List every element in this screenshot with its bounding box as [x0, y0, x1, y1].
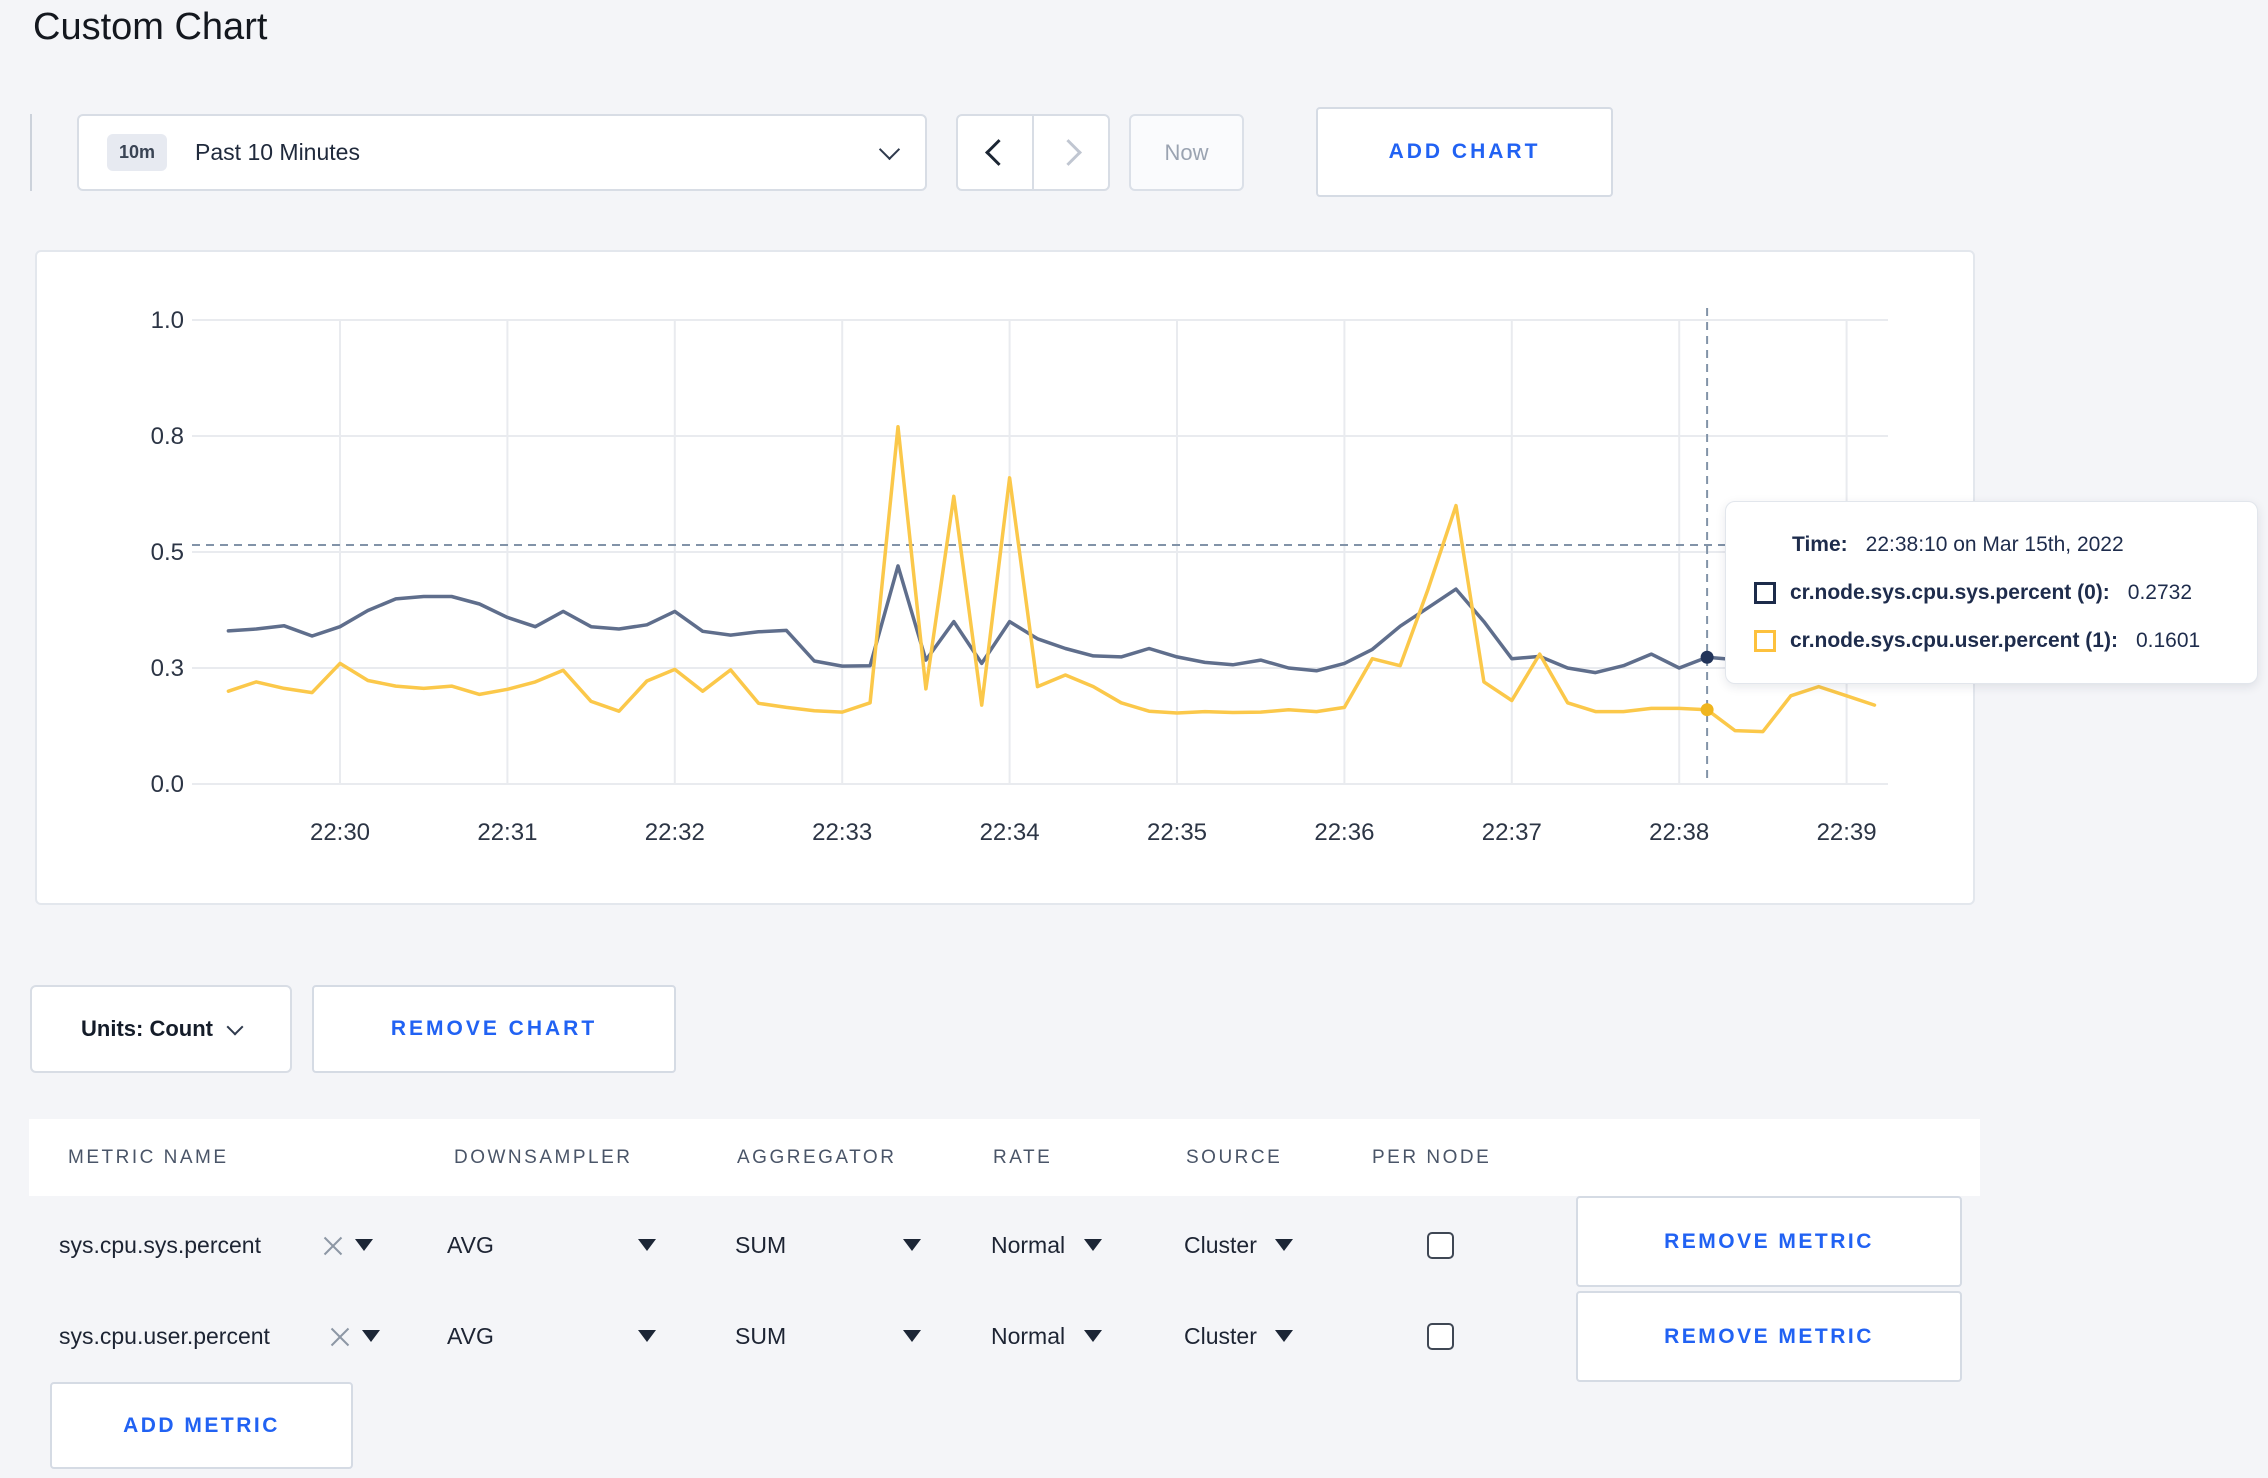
x-axis-tick-label: 22:34: [980, 819, 1040, 846]
units-label: Units: Count: [81, 1016, 213, 1041]
caret-down-icon: [355, 1239, 373, 1251]
time-range-label: Past 10 Minutes: [195, 139, 360, 165]
tooltip-series-row: cr.node.sys.cpu.user.percent (1): 0.1601: [1754, 628, 2257, 653]
time-nav-group: [956, 114, 1110, 191]
series-line-1: [226, 424, 1877, 734]
series-line-0: [226, 564, 1877, 675]
x-axis-tick-label: 22:33: [812, 819, 872, 846]
rate-select[interactable]: Normal: [991, 1323, 1065, 1350]
x-axis-tick-label: 22:32: [645, 819, 705, 846]
chart-card: 0.0 0.3 0.5 0.8 1.0 22:30 22:31 22:32 22:33 22:34…: [35, 250, 1975, 905]
source-select[interactable]: Cluster: [1184, 1323, 1257, 1350]
next-time-button[interactable]: [1032, 116, 1108, 189]
y-axis-tick-label: 0.5: [151, 539, 184, 566]
tooltip-time-value: 22:38:10 on Mar 15th, 2022: [1865, 532, 2124, 556]
caret-down-icon: [362, 1330, 380, 1342]
clear-metric-icon[interactable]: [323, 1235, 343, 1255]
column-header-metric-name: METRIC NAME: [68, 1146, 229, 1168]
add-chart-button[interactable]: ADD CHART: [1316, 107, 1613, 197]
custom-chart-page: Custom Chart 10m Past 10 Minutes Now ADD…: [0, 0, 2268, 1478]
metrics-table-header: METRIC NAME DOWNSAMPLER AGGREGATOR RATE …: [29, 1119, 1980, 1196]
caret-down-icon: [638, 1330, 656, 1342]
x-axis-tick-label: 22:37: [1482, 819, 1542, 846]
page-title: Custom Chart: [33, 6, 268, 48]
prev-time-button[interactable]: [958, 116, 1032, 189]
source-select[interactable]: Cluster: [1184, 1232, 1257, 1259]
tooltip-time-label: Time:: [1792, 532, 1848, 556]
per-node-checkbox[interactable]: [1427, 1323, 1454, 1350]
x-axis-tick-label: 22:35: [1147, 819, 1207, 846]
y-axis-tick-label: 0.3: [151, 655, 184, 682]
x-axis-tick-label: 22:30: [310, 819, 370, 846]
chart-tooltip: Time: 22:38:10 on Mar 15th, 2022 cr.node…: [1725, 501, 2258, 684]
downsampler-select[interactable]: AVG: [447, 1232, 494, 1259]
series-swatch-user-icon: [1754, 629, 1776, 652]
clear-metric-icon[interactable]: [330, 1326, 350, 1346]
add-metric-button[interactable]: ADD METRIC: [50, 1382, 353, 1469]
metric-name-select[interactable]: sys.cpu.sys.percent: [59, 1232, 261, 1259]
x-axis-tick-label: 22:31: [477, 819, 537, 846]
chevron-down-icon: [226, 1018, 244, 1036]
caret-down-icon: [1084, 1330, 1102, 1342]
remove-chart-button[interactable]: REMOVE CHART: [312, 985, 676, 1073]
time-range-badge: 10m: [107, 134, 168, 171]
chevron-down-icon: [878, 138, 901, 160]
downsampler-select[interactable]: AVG: [447, 1323, 494, 1350]
y-axis-tick-label: 1.0: [151, 307, 184, 334]
x-axis-tick-label: 22:38: [1649, 819, 1709, 846]
tooltip-series-row: cr.node.sys.cpu.sys.percent (0): 0.2732: [1754, 580, 2257, 605]
chart-plot-area[interactable]: 0.0 0.3 0.5 0.8 1.0 22:30 22:31 22:32 22:33 22:34…: [37, 252, 1977, 907]
aggregator-select[interactable]: SUM: [735, 1232, 786, 1259]
tooltip-series-label: cr.node.sys.cpu.user.percent (1):: [1790, 628, 2118, 652]
column-header-rate: RATE: [993, 1146, 1053, 1168]
chevron-right-icon: [1054, 139, 1082, 166]
crosshair-dot-0: [1700, 650, 1714, 664]
caret-down-icon: [903, 1330, 921, 1342]
crosshair-dot-1: [1700, 703, 1714, 717]
caret-down-icon: [638, 1239, 656, 1251]
tooltip-series-label: cr.node.sys.cpu.sys.percent (0):: [1790, 580, 2110, 604]
units-select[interactable]: Units: Count: [30, 985, 292, 1073]
tooltip-time-row: Time: 22:38:10 on Mar 15th, 2022: [1792, 532, 2257, 557]
y-axis-tick-label: 0.8: [151, 423, 184, 450]
y-axis-tick-label: 0.0: [151, 771, 184, 798]
series-swatch-sys-icon: [1754, 581, 1776, 604]
metric-name-select[interactable]: sys.cpu.user.percent: [59, 1323, 270, 1350]
caret-down-icon: [1275, 1330, 1293, 1342]
time-range-select[interactable]: 10m Past 10 Minutes: [77, 114, 927, 191]
caret-down-icon: [1084, 1239, 1102, 1251]
x-axis-tick-label: 22:36: [1314, 819, 1374, 846]
column-header-aggregator: AGGREGATOR: [737, 1146, 897, 1168]
tooltip-series-value: 0.2732: [2127, 580, 2193, 604]
per-node-checkbox[interactable]: [1427, 1232, 1454, 1259]
x-axis-tick-label: 22:39: [1817, 819, 1877, 846]
remove-metric-button[interactable]: REMOVE METRIC: [1576, 1291, 1962, 1382]
caret-down-icon: [1275, 1239, 1293, 1251]
column-header-source: SOURCE: [1186, 1146, 1283, 1168]
remove-metric-button[interactable]: REMOVE METRIC: [1576, 1196, 1962, 1287]
tooltip-series-value: 0.1601: [2135, 628, 2201, 652]
rate-select[interactable]: Normal: [991, 1232, 1065, 1259]
column-header-per-node: PER NODE: [1372, 1146, 1492, 1168]
caret-down-icon: [903, 1239, 921, 1251]
aggregator-select[interactable]: SUM: [735, 1323, 786, 1350]
column-header-downsampler: DOWNSAMPLER: [454, 1146, 633, 1168]
chevron-left-icon: [984, 139, 1012, 166]
now-button[interactable]: Now: [1129, 114, 1244, 191]
toolbar-divider: [30, 114, 32, 191]
